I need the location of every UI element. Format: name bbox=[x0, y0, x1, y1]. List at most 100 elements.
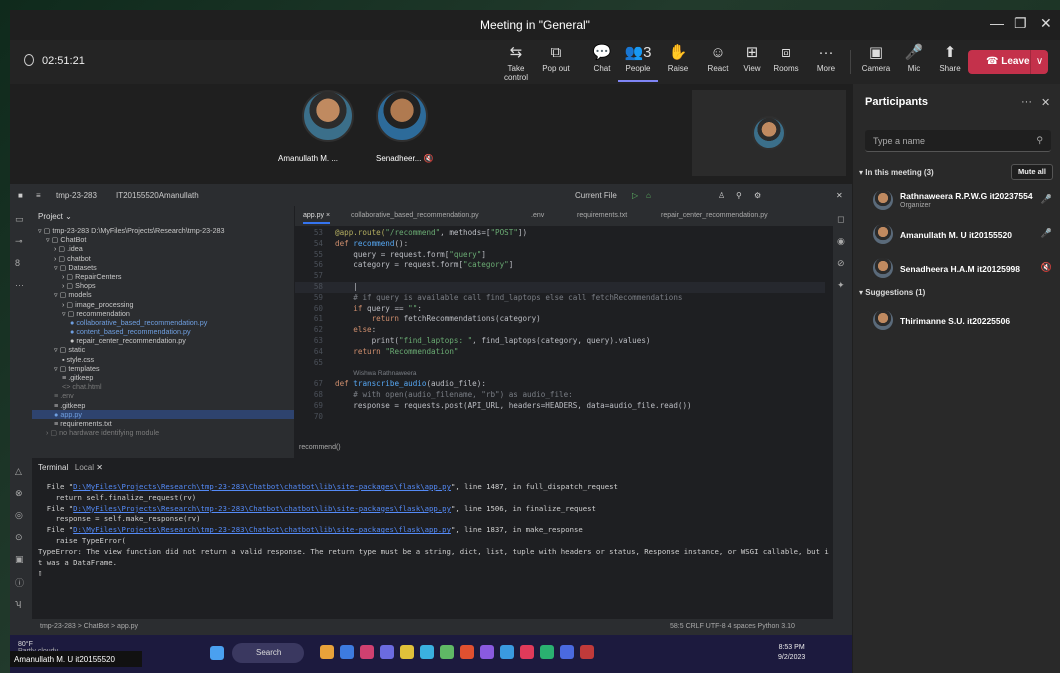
project-header[interactable]: Project ⌄ bbox=[38, 212, 72, 221]
git-icon[interactable]: ʮ bbox=[15, 598, 27, 608]
commit-tool-icon[interactable]: ⊸ bbox=[15, 236, 27, 246]
database-icon[interactable]: ◉ bbox=[837, 236, 845, 247]
tree-item[interactable]: ● collaborative_based_recommendation.py bbox=[32, 318, 294, 327]
minimize-icon[interactable]: — bbox=[990, 15, 1004, 31]
terminal-tab-local[interactable]: Local bbox=[75, 463, 94, 472]
problems-icon[interactable]: ⓘ bbox=[15, 576, 27, 588]
toolbar-more-button[interactable]: ··· More bbox=[806, 44, 846, 82]
tree-item[interactable]: › ▢ chatbot bbox=[32, 254, 294, 263]
taskbar-app-icon[interactable] bbox=[420, 645, 434, 659]
services-icon[interactable]: ◎ bbox=[15, 510, 27, 520]
editor-tab[interactable]: .env bbox=[531, 212, 544, 219]
suggestion-row[interactable]: Thirimanne S.U. it20225506 bbox=[853, 306, 1060, 334]
participant-tile[interactable]: Amanullath M. ... bbox=[278, 90, 358, 163]
toolbar-take-control-button[interactable]: ⇆ Take control bbox=[496, 44, 536, 82]
participant-tile[interactable]: Senadheer... 🔇 bbox=[372, 90, 434, 163]
tree-item[interactable]: › ▢ Shops bbox=[32, 281, 294, 290]
taskbar-app-icon[interactable] bbox=[460, 645, 474, 659]
terminal-file-link[interactable]: D:\MyFiles\Projects\Research\tmp-23-283\… bbox=[73, 525, 451, 534]
terminal-file-link[interactable]: D:\MyFiles\Projects\Research\tmp-23-283\… bbox=[73, 504, 451, 513]
taskbar-app-icon[interactable] bbox=[500, 645, 514, 659]
taskbar-app-icon[interactable] bbox=[400, 645, 414, 659]
taskbar-app-icon[interactable] bbox=[580, 645, 594, 659]
taskbar-app-icon[interactable] bbox=[520, 645, 534, 659]
in-meeting-section[interactable]: ▾ In this meeting (3) bbox=[859, 168, 934, 177]
tree-item[interactable]: ≡ .env bbox=[32, 391, 294, 400]
participant-row[interactable]: Senadheera H.A.M it20125998 🔇 bbox=[853, 254, 1060, 282]
toolbar-rooms-button[interactable]: ⧈ Rooms bbox=[766, 44, 806, 82]
taskbar-app-icon[interactable] bbox=[340, 645, 354, 659]
tree-item[interactable]: ▿ ▢ recommendation bbox=[32, 309, 294, 318]
participant-row[interactable]: Rathnaweera R.P.W.G it20237554 Organizer 🎤 bbox=[853, 186, 1060, 214]
tree-item[interactable]: ● content_based_recommendation.py bbox=[32, 327, 294, 336]
code-editor[interactable]: app.py × collaborative_based_recommendati… bbox=[295, 206, 833, 458]
run-icon[interactable]: ▷ bbox=[632, 191, 638, 200]
terminal-tool-icon[interactable]: ▣ bbox=[15, 554, 27, 564]
more-tools-icon[interactable]: ··· bbox=[15, 280, 27, 290]
tree-item[interactable]: › ▢ image_processing bbox=[32, 300, 294, 309]
tree-item[interactable]: ▿ ▢ templates bbox=[32, 364, 294, 373]
status-breadcrumb[interactable]: tmp-23-283 > ChatBot > app.py bbox=[40, 623, 138, 630]
leave-dropdown-icon[interactable]: ∨ bbox=[1030, 50, 1048, 74]
tree-item[interactable]: › ▢ RepairCenters bbox=[32, 272, 294, 281]
toolbar-share-button[interactable]: ⬆ Share bbox=[930, 44, 970, 82]
python-console-icon[interactable]: △ bbox=[15, 466, 27, 476]
editor-tab[interactable]: app.py × bbox=[303, 212, 331, 224]
taskbar-app-icon[interactable] bbox=[440, 645, 454, 659]
participant-search-input[interactable]: Type a name ⚲ bbox=[865, 130, 1051, 152]
notifications-icon[interactable]: ◻ bbox=[837, 214, 844, 225]
tree-item[interactable]: ● repair_center_recommendation.py bbox=[32, 336, 294, 345]
taskbar-app-icon[interactable] bbox=[360, 645, 374, 659]
taskbar-app-icon[interactable] bbox=[320, 645, 334, 659]
taskbar-search[interactable]: Search bbox=[232, 643, 304, 663]
tree-item[interactable]: › ▢ no hardware identifying module bbox=[32, 428, 294, 437]
tree-item[interactable]: ● app.py bbox=[32, 409, 294, 419]
search-icon[interactable]: ⚲ bbox=[736, 191, 742, 200]
maximize-icon[interactable]: ❐ bbox=[1014, 15, 1027, 32]
close-icon[interactable]: ✕ bbox=[1040, 15, 1052, 32]
tree-item[interactable]: ▿ ▢ ChatBot bbox=[32, 235, 294, 244]
tree-item[interactable]: ▪ style.css bbox=[32, 355, 294, 364]
editor-tab[interactable]: requirements.txt bbox=[577, 212, 627, 219]
user-icon[interactable]: ♙ bbox=[718, 191, 725, 200]
taskbar-app-icon[interactable] bbox=[540, 645, 554, 659]
branch-switcher[interactable]: IT20155520Amanullath bbox=[116, 191, 199, 200]
project-switcher[interactable]: tmp-23-283 bbox=[56, 191, 97, 200]
project-tool-icon[interactable]: ▭ bbox=[15, 214, 27, 224]
editor-tab[interactable]: repair_center_recommendation.py bbox=[661, 212, 768, 219]
mute-all-button[interactable]: Mute all bbox=[1011, 164, 1053, 180]
tree-item[interactable]: ▿ ▢ tmp-23-283 D:\MyFiles\Projects\Resea… bbox=[32, 226, 294, 235]
tree-item[interactable]: ▿ ▢ models bbox=[32, 290, 294, 299]
terminal-panel[interactable]: Terminal Local ✕ File "D:\MyFiles\Projec… bbox=[32, 460, 833, 620]
ide-close-icon[interactable]: ✕ bbox=[836, 191, 843, 200]
sciview-icon[interactable]: ⊘ bbox=[837, 258, 845, 269]
toolbar-mic-button[interactable]: 🎤 Mic bbox=[894, 44, 934, 82]
toolbar-camera-button[interactable]: ▣ Camera bbox=[856, 44, 896, 82]
editor-tab[interactable]: collaborative_based_recommendation.py bbox=[351, 212, 479, 219]
more-options-icon[interactable]: ··· bbox=[1021, 96, 1032, 108]
settings-icon[interactable]: ⚙ bbox=[754, 191, 761, 200]
toolbar-chat-button[interactable]: 💬 Chat bbox=[582, 44, 622, 82]
tree-item[interactable]: <> chat.html bbox=[32, 382, 294, 391]
taskbar-app-icon[interactable] bbox=[560, 645, 574, 659]
leave-button[interactable]: ☎ Leave ∨ bbox=[968, 50, 1048, 74]
editor-breadcrumb[interactable]: recommend() bbox=[299, 444, 341, 451]
toolbar-pop-out-button[interactable]: ⧉ Pop out bbox=[536, 44, 576, 82]
plugin-icon[interactable]: ✦ bbox=[837, 280, 845, 291]
taskbar-app-icon[interactable] bbox=[480, 645, 494, 659]
suggestions-section[interactable]: ▾ Suggestions (1) bbox=[859, 288, 925, 297]
participant-row[interactable]: Amanullath M. U it20155520 🎤 bbox=[853, 220, 1060, 248]
tree-item[interactable]: ≡ .gitkeep bbox=[32, 401, 294, 410]
tree-item[interactable]: ≡ .gitkeep bbox=[32, 373, 294, 382]
self-video[interactable] bbox=[692, 90, 846, 176]
terminal-file-link[interactable]: D:\MyFiles\Projects\Research\tmp-23-283\… bbox=[73, 482, 451, 491]
hamburger-icon[interactable]: ≡ bbox=[36, 191, 41, 200]
structure-tool-icon[interactable]: 8 bbox=[15, 258, 27, 268]
run-config[interactable]: Current File bbox=[575, 191, 617, 200]
tree-item[interactable]: › ▢ .idea bbox=[32, 244, 294, 253]
toolbar-people-button[interactable]: 👥3 People bbox=[618, 44, 658, 82]
code-area[interactable]: 53 @app.route("/recommend", methods=["POS… bbox=[295, 228, 825, 422]
tree-item[interactable]: ▿ ▢ Datasets bbox=[32, 263, 294, 272]
taskbar-clock[interactable]: 8:53 PM 9/2/2023 bbox=[778, 643, 805, 663]
panel-close-icon[interactable]: ✕ bbox=[1041, 96, 1050, 109]
